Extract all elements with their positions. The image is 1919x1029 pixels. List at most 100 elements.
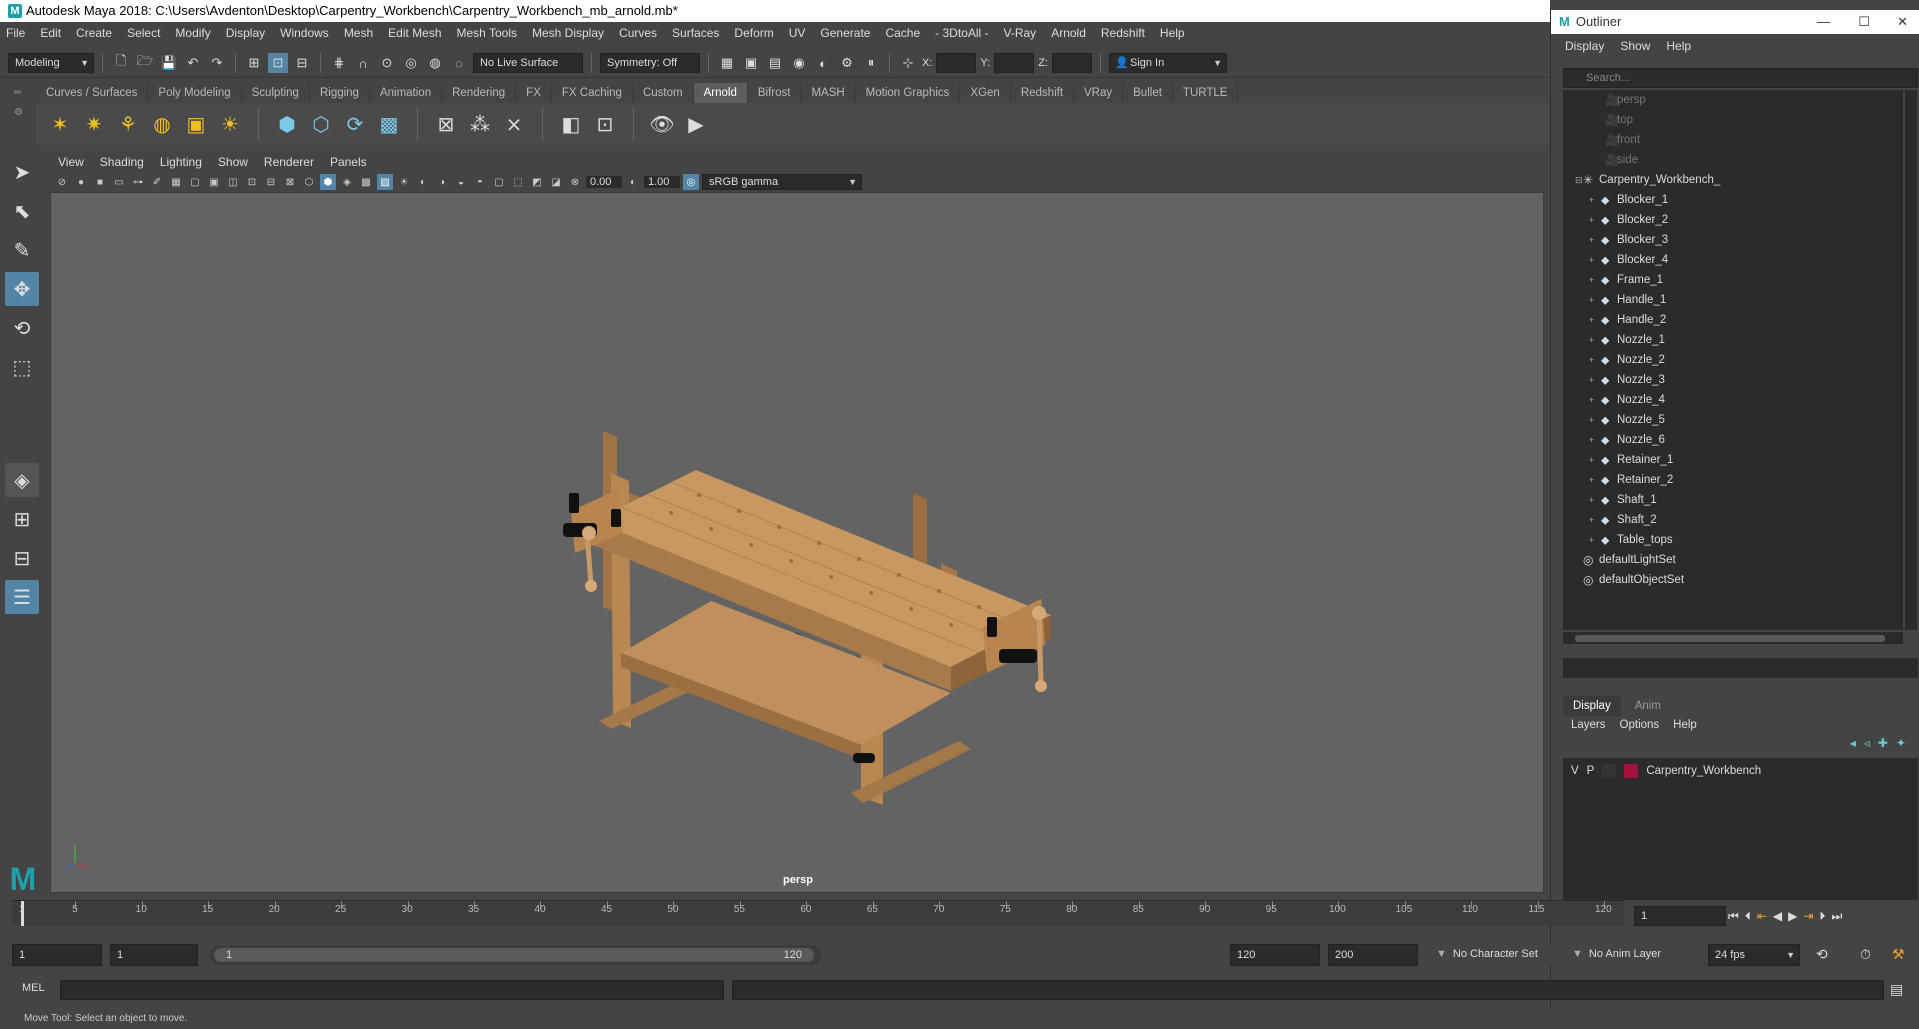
motion-blur-icon[interactable]: ◑: [434, 174, 450, 190]
skydome-light-icon[interactable]: ◍: [148, 110, 176, 138]
anim-prefs-icon[interactable]: ⚒: [1892, 946, 1905, 963]
play-backwards-icon[interactable]: ◀: [1773, 909, 1782, 923]
isolate-select-icon[interactable]: ▢: [491, 174, 507, 190]
snap-point-icon[interactable]: ⊙: [377, 53, 397, 73]
menu-windows[interactable]: Windows: [280, 26, 329, 40]
go-to-end-icon[interactable]: ⏭: [1831, 909, 1842, 924]
expand-icon[interactable]: +: [1589, 450, 1594, 470]
outliner-search-input[interactable]: Search...: [1563, 68, 1918, 88]
outliner-item[interactable]: + ⬥ Blocker_4: [1563, 250, 1903, 270]
use-lights-icon[interactable]: ▨: [377, 174, 393, 190]
scale-tool-icon[interactable]: ⬚: [5, 350, 39, 384]
film-gate-icon[interactable]: ▢: [187, 174, 203, 190]
shelf-tab-bifrost[interactable]: Bifrost: [748, 83, 802, 103]
menu-edit-mesh[interactable]: Edit Mesh: [388, 26, 441, 40]
outliner-item[interactable]: 🎥 persp: [1563, 90, 1903, 110]
safe-title-icon[interactable]: ⊠: [282, 174, 298, 190]
layer-playback-toggle[interactable]: P: [1587, 765, 1595, 777]
expand-icon[interactable]: +: [1589, 530, 1594, 550]
outliner-item[interactable]: + ⬥ Retainer_1: [1563, 450, 1903, 470]
outliner-item[interactable]: + ⬥ Nozzle_5: [1563, 410, 1903, 430]
menu-deform[interactable]: Deform: [734, 26, 773, 40]
menu-modify[interactable]: Modify: [175, 26, 210, 40]
expand-icon[interactable]: +: [1589, 490, 1594, 510]
menu-display[interactable]: Display: [226, 26, 265, 40]
outliner-hscroll[interactable]: [1563, 632, 1903, 644]
shelf-tab-animation[interactable]: Animation: [370, 83, 443, 103]
expand-icon[interactable]: +: [1589, 190, 1594, 210]
two-view-icon[interactable]: ⊟: [5, 541, 39, 575]
expand-icon[interactable]: +: [1589, 250, 1594, 270]
shelf-tab-sculpting[interactable]: Sculpting: [242, 83, 310, 103]
symmetry-dropdown[interactable]: Symmetry: Off: [600, 53, 700, 73]
xray-joints-icon[interactable]: ◪: [548, 174, 564, 190]
move-tool-icon[interactable]: ✥: [5, 272, 39, 306]
command-input[interactable]: [60, 980, 724, 1000]
grid-icon[interactable]: ▦: [168, 174, 184, 190]
scene-start-field[interactable]: 1: [12, 944, 102, 966]
sign-in-button[interactable]: 👤 Sign In ▼: [1108, 53, 1227, 73]
step-forward-key-icon[interactable]: ⇥: [1803, 909, 1813, 923]
shelf-tab-redshift[interactable]: Redshift: [1011, 83, 1075, 103]
go-to-start-icon[interactable]: ⏮: [1728, 909, 1739, 924]
expand-icon[interactable]: +: [1589, 410, 1594, 430]
select-camera-icon[interactable]: ⊘: [54, 174, 70, 190]
scene-end-field[interactable]: 200: [1328, 944, 1418, 966]
expand-icon[interactable]: +: [1589, 270, 1594, 290]
menu-edit[interactable]: Edit: [40, 26, 61, 40]
expand-icon[interactable]: +: [1589, 430, 1594, 450]
close-icon[interactable]: ✕: [1897, 10, 1908, 34]
shelf-tab-motion-graphics[interactable]: Motion Graphics: [856, 83, 961, 103]
expand-icon[interactable]: +: [1589, 290, 1594, 310]
outliner-item[interactable]: 🎥 front: [1563, 130, 1903, 150]
mel-label[interactable]: MEL: [22, 982, 45, 994]
four-view-icon[interactable]: ⊞: [5, 502, 39, 536]
script-editor-icon[interactable]: ▤: [1890, 981, 1903, 998]
menu-3dtoall[interactable]: - 3DtoAll -: [935, 26, 988, 40]
move-layer-down-icon[interactable]: ◃: [1864, 736, 1870, 756]
menu-cache[interactable]: Cache: [885, 26, 920, 40]
shelf-tab-rigging[interactable]: Rigging: [310, 83, 370, 103]
outliner-menu-show[interactable]: Show: [1620, 34, 1650, 58]
outliner-item[interactable]: + ⬥ Shaft_2: [1563, 510, 1903, 530]
snap-grid-icon[interactable]: ⋕: [329, 53, 349, 73]
render-settings-icon[interactable]: ◉: [789, 53, 809, 73]
camera-attr-icon[interactable]: ●: [73, 174, 89, 190]
rotate-tool-icon[interactable]: ⟲: [5, 311, 39, 345]
auto-key-icon[interactable]: ⏱: [1860, 946, 1871, 963]
menu-v-ray[interactable]: V-Ray: [1004, 26, 1037, 40]
layer-hscroll[interactable]: [1563, 888, 1918, 900]
screen-ao-icon[interactable]: ◐: [415, 174, 431, 190]
color-management-icon[interactable]: ◎: [683, 174, 699, 190]
select-hierarchy-icon[interactable]: ⊞: [244, 53, 264, 73]
lasso-tool-icon[interactable]: ⬉: [5, 194, 39, 228]
undo-icon[interactable]: ↶: [183, 53, 203, 73]
transform-mode-icon[interactable]: ⊹: [898, 53, 918, 73]
antialias-icon[interactable]: ◒: [453, 174, 469, 190]
shelf-tab-bullet[interactable]: Bullet: [1123, 83, 1173, 103]
layer-menu-options[interactable]: Options: [1620, 716, 1660, 734]
minimize-icon[interactable]: —: [1817, 10, 1830, 34]
x-field[interactable]: [936, 53, 977, 73]
shelf-tab-xgen[interactable]: XGen: [960, 83, 1011, 103]
wireframe-on-shaded-icon[interactable]: ◈: [339, 174, 355, 190]
layer-menu-layers[interactable]: Layers: [1571, 716, 1606, 734]
expand-icon[interactable]: +: [1589, 390, 1594, 410]
step-forward-frame-icon[interactable]: ⏵: [1819, 909, 1825, 924]
character-set-dropdown[interactable]: ▼ No Character Set: [1430, 944, 1558, 966]
layer-tab-display[interactable]: Display: [1563, 696, 1621, 716]
standin-icon[interactable]: ⬢: [273, 110, 301, 138]
y-field[interactable]: [994, 53, 1035, 73]
redo-icon[interactable]: ↷: [207, 53, 227, 73]
expand-icon[interactable]: +: [1589, 510, 1594, 530]
time-slider[interactable]: 1510152025303540455055606570758085909510…: [12, 900, 1624, 926]
gate-mask-icon[interactable]: ◫: [225, 174, 241, 190]
mesh-light-icon[interactable]: ✷: [80, 110, 108, 138]
shelf-handle[interactable]: ═ ⚙: [14, 88, 28, 132]
menuset-dropdown[interactable]: Modeling ▼: [8, 53, 94, 73]
grease-pencil-icon[interactable]: ✐: [149, 174, 165, 190]
depth-of-field-icon[interactable]: ◓: [472, 174, 488, 190]
render-frame-icon[interactable]: ▣: [741, 53, 761, 73]
shelf-tab-poly-modeling[interactable]: Poly Modeling: [148, 83, 242, 103]
expand-icon[interactable]: +: [1589, 370, 1594, 390]
